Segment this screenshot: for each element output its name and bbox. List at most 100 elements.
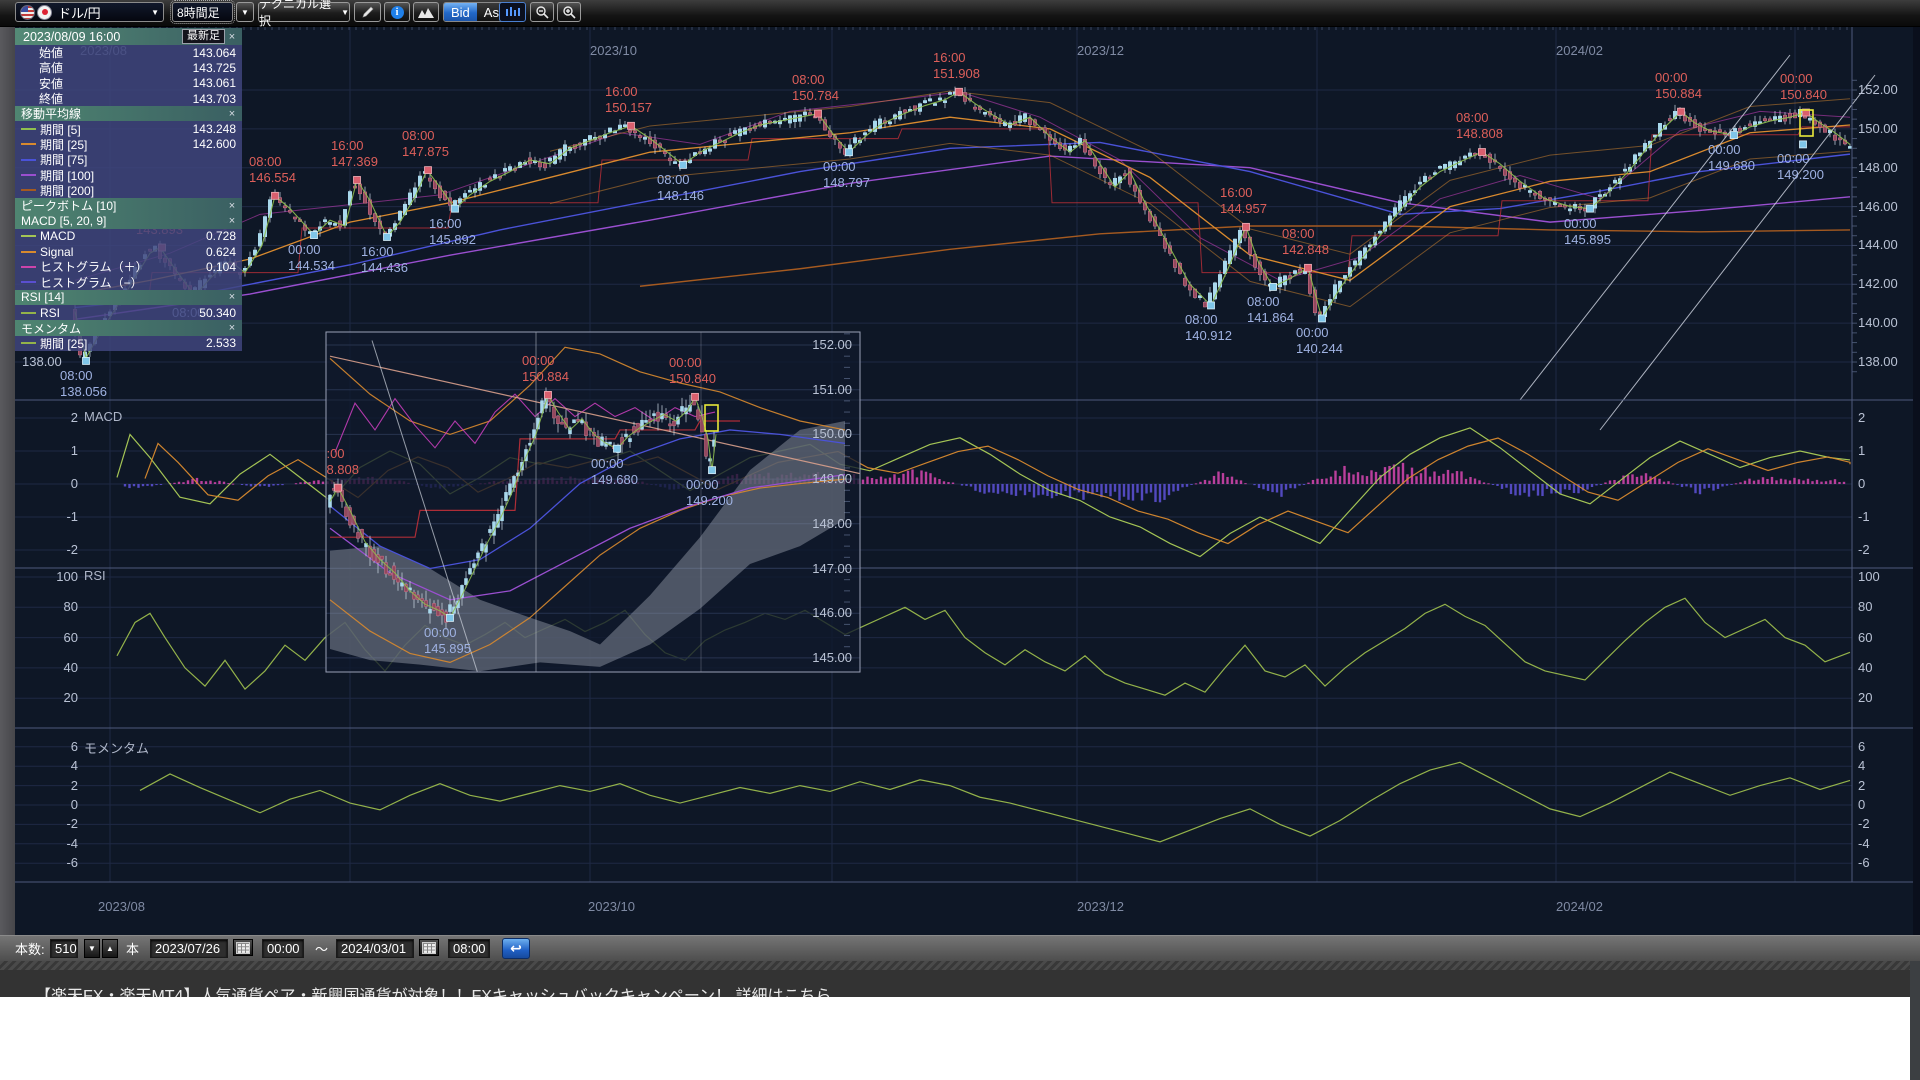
timeframe-label: 8時間足 (177, 4, 220, 21)
left-window-edge (0, 26, 15, 962)
legend-line-swatch (21, 235, 36, 237)
row-label: RSI (40, 306, 60, 320)
section-label: MACD [5, 20, 9] (21, 214, 106, 228)
bid-button[interactable]: Bid (444, 3, 477, 21)
info-button[interactable]: i (384, 2, 410, 22)
calendar-icon (422, 942, 436, 954)
apply-range-button[interactable]: ↩ (502, 938, 530, 959)
us-flag-icon (20, 5, 35, 20)
indicator-row: 期間 [25] 2.533 (15, 336, 242, 351)
ohlc-row: 終値143.703 (15, 91, 242, 106)
close-icon[interactable]: × (225, 215, 239, 227)
row-value: 142.600 (193, 137, 236, 151)
triangle-up-icon: ▲ (106, 944, 114, 953)
date-from-calendar-button[interactable] (233, 939, 253, 956)
japan-flag-icon (37, 5, 52, 20)
chart-type-button[interactable] (499, 2, 526, 22)
indicator-row: RSI 50.340 (15, 305, 242, 320)
legend-line-swatch (21, 174, 36, 176)
bottom-control-bar: 本数: 510 ▼ ▲ 本 2023/07/26 00:00 ～ 2024/03… (0, 935, 1920, 962)
campaign-ticker: 【楽天FX・楽天MT4】人気通貨ペア・新興国通貨が対象！！FXキャッシュバックキ… (0, 970, 1920, 997)
legend-line-swatch (21, 189, 36, 191)
close-icon[interactable]: × (225, 322, 239, 334)
zoom-in-icon (562, 5, 576, 19)
right-window-edge (1910, 961, 1920, 1080)
info-icon: i (391, 6, 404, 19)
bar-count-label: 本数: (15, 939, 45, 958)
indicator-row: ヒストグラム（＋）0.104 (15, 259, 242, 274)
row-value: 0.728 (206, 229, 236, 243)
date-to-input[interactable]: 2024/03/01 (336, 939, 414, 958)
indicator-section-header: MACD [5, 20, 9] × (15, 213, 242, 228)
close-icon[interactable]: × (225, 200, 239, 212)
timeframe-select[interactable]: 8時間足 (172, 2, 233, 22)
row-value: 143.064 (193, 46, 236, 60)
resize-grip-strip[interactable] (0, 961, 1920, 970)
section-label: RSI [14] (21, 290, 64, 304)
row-value: 143.248 (193, 122, 236, 136)
time-to-input[interactable]: 08:00 (448, 939, 490, 958)
close-icon[interactable]: × (225, 108, 239, 120)
legend-line-swatch (21, 281, 36, 283)
bar-count-input[interactable]: 510 (50, 939, 78, 958)
chevron-down-icon: ▼ (241, 8, 249, 17)
indicator-row: Signal 0.624 (15, 244, 242, 259)
row-label: ヒストグラム（−） (40, 274, 143, 291)
indicator-info-panel: 2023/08/09 16:00 最新足 × 始値143.064高値143.72… (15, 28, 242, 351)
return-arrow-icon: ↩ (510, 940, 522, 957)
candlestick-chart-icon (505, 6, 521, 18)
indicator-section-header: 移動平均線× (15, 106, 242, 121)
date-to-calendar-button[interactable] (419, 939, 439, 956)
top-toolbar: ドル/円 ▼ 8時間足 ▼ テクニカル選択 ▼ i Bid Ask (0, 0, 1920, 27)
indicator-row: 期間 [5]143.248 (15, 121, 242, 136)
row-value: 0.624 (206, 245, 236, 259)
charts-canvas[interactable] (0, 0, 1920, 1080)
row-label: MACD (40, 229, 75, 243)
row-value: 143.703 (193, 92, 236, 106)
row-value: 2.533 (206, 336, 236, 350)
zoom-out-button[interactable] (530, 2, 554, 22)
ohlc-row: 高値143.725 (15, 60, 242, 75)
row-value: 0.104 (206, 260, 236, 274)
currency-pair-select[interactable]: ドル/円 ▼ (15, 2, 164, 22)
pencil-icon (361, 5, 375, 19)
date-from-input[interactable]: 2023/07/26 (150, 939, 228, 958)
currency-pair-label: ドル/円 (58, 3, 101, 22)
legend-line-swatch (21, 251, 36, 253)
calendar-icon (236, 942, 250, 954)
zoom-in-button[interactable] (557, 2, 581, 22)
selected-bar-datetime: 2023/08/09 16:00 (23, 30, 120, 44)
row-value: 50.340 (199, 306, 236, 320)
indicator-row: MACD 0.728 (15, 229, 242, 244)
timeframe-dropdown-button[interactable]: ▼ (236, 2, 254, 22)
legend-line-swatch (21, 143, 36, 145)
legend-line-swatch (21, 128, 36, 130)
legend-line-swatch (21, 159, 36, 161)
indicator-section-header: ピークボトム [10]× (15, 198, 242, 213)
ohlc-row: 始値143.064 (15, 45, 242, 60)
zoom-out-icon (535, 5, 549, 19)
area-chart-button[interactable] (413, 2, 439, 22)
close-icon[interactable]: × (225, 291, 239, 303)
legend-line-swatch (21, 342, 36, 344)
close-icon[interactable]: × (225, 31, 239, 43)
row-label: 期間 [25] (40, 335, 87, 352)
chevron-down-icon: ▼ (151, 8, 159, 17)
bar-unit-label: 本 (126, 939, 139, 958)
indicator-row: ヒストグラム（−） (15, 274, 242, 289)
count-increment-button[interactable]: ▲ (102, 939, 118, 958)
range-tilde: ～ (315, 939, 328, 958)
page-background (0, 997, 1920, 1080)
count-decrement-button[interactable]: ▼ (84, 939, 100, 958)
campaign-ticker-text[interactable]: 【楽天FX・楽天MT4】人気通貨ペア・新興国通貨が対象！！FXキャッシュバックキ… (35, 982, 832, 997)
row-label: Signal (40, 245, 73, 259)
indicator-section-header: モメンタム× (15, 320, 242, 335)
draw-pencil-button[interactable] (354, 2, 381, 22)
indicator-row: 期間 [200] (15, 183, 242, 198)
indicator-row: 期間 [100] (15, 167, 242, 182)
time-from-input[interactable]: 00:00 (262, 939, 304, 958)
info-panel-rows: 始値143.064高値143.725安値143.061終値143.703移動平均… (15, 45, 242, 351)
technical-select-button[interactable]: テクニカル選択 ▼ (258, 2, 350, 22)
triangle-down-icon: ▼ (88, 944, 96, 953)
row-value: 143.725 (193, 61, 236, 75)
